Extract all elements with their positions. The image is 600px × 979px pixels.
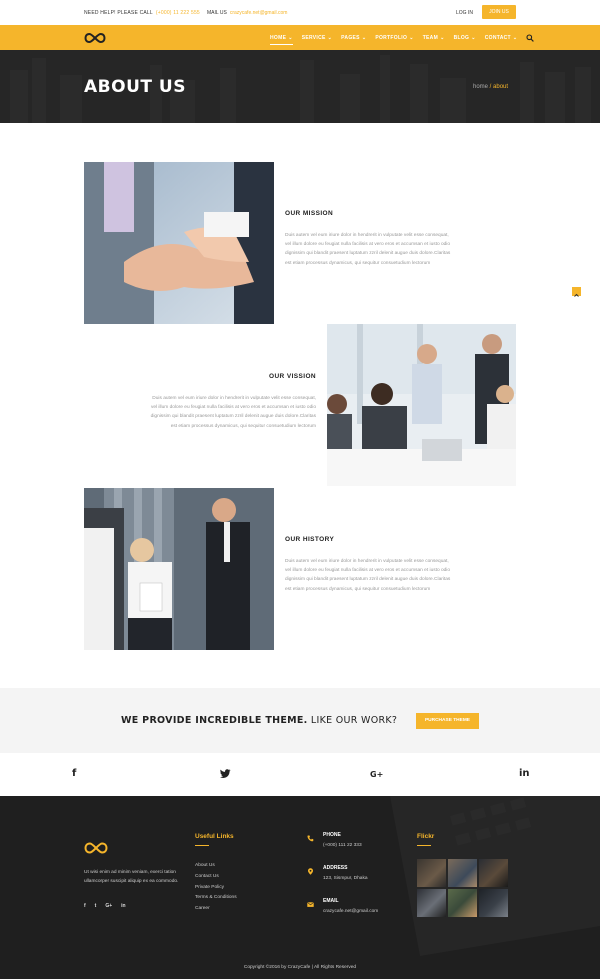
history-text: Duis autem vel eum iriure dolor in hendr…: [285, 559, 451, 592]
nav-item-blog[interactable]: BLOG ⌄: [454, 35, 476, 41]
chevron-up-icon: [574, 293, 579, 297]
phone-icon: [307, 835, 314, 842]
email-label: EMAIL: [323, 898, 339, 904]
footer-google-plus-icon[interactable]: G+: [105, 903, 112, 909]
mission-text: Duis autem vel eum iriure dolor in hendr…: [285, 233, 451, 266]
vision-title: OUR VISSION: [269, 373, 317, 380]
cta-bold-text: WE PROVIDE INCREDIBLE THEME.: [121, 715, 308, 726]
flickr-thumb[interactable]: [417, 859, 446, 887]
chevron-down-icon: ⌄: [409, 34, 414, 41]
flickr-thumb[interactable]: [479, 859, 508, 887]
footer-link-privacy[interactable]: Private Policy: [195, 883, 237, 894]
join-button[interactable]: JOIN US: [482, 5, 516, 19]
chevron-down-icon: ⌄: [471, 34, 476, 41]
business-people-photo: [84, 488, 274, 650]
address-label: ADDRESS: [323, 865, 348, 871]
facebook-icon[interactable]: f: [72, 768, 76, 779]
twitter-icon[interactable]: [220, 769, 231, 778]
footer: Ut wisi enim ad minim veniam, exerci tat…: [0, 796, 600, 979]
footer-link-contact[interactable]: Contact Us: [195, 872, 237, 883]
google-plus-icon[interactable]: G+: [370, 770, 383, 779]
phone-value[interactable]: (+000) 111 22 333: [323, 843, 362, 848]
breadcrumb-home[interactable]: home: [473, 84, 488, 90]
phone-label: PHONE: [323, 832, 341, 838]
footer-link-career[interactable]: Career: [195, 904, 237, 915]
infinity-logo[interactable]: [84, 32, 106, 44]
chevron-down-icon: ⌄: [288, 34, 293, 41]
footer-facebook-icon[interactable]: f: [84, 903, 86, 909]
footer-link-terms[interactable]: Terms & Conditions: [195, 893, 237, 904]
flickr-thumb[interactable]: [448, 889, 477, 917]
scroll-to-top-button[interactable]: [572, 287, 581, 297]
page-banner: ABOUT US home / about: [0, 50, 600, 123]
social-bar: f G+ in: [0, 753, 600, 796]
handshake-photo: [84, 162, 274, 324]
page-title: ABOUT US: [84, 77, 186, 97]
footer-about-text: Ut wisi enim ad minim veniam, exerci tat…: [84, 870, 179, 884]
cta-message: WE PROVIDE INCREDIBLE THEME. LIKE OUR WO…: [121, 715, 397, 726]
help-phone[interactable]: (+000) 11 222 555: [156, 10, 200, 16]
nav-menu: HOME ⌄ SERVICE ⌄ PAGES ⌄ PORTFOLIO ⌄ TEAM ⌄ B…: [270, 25, 535, 50]
useful-links-title: Useful Links: [195, 833, 234, 840]
mail-line: MAIL US crazycafe.net@gmail.com: [207, 10, 287, 16]
breadcrumb: home / about: [473, 84, 508, 90]
footer-link-about[interactable]: About Us: [195, 861, 237, 872]
top-bar: NEED HELP! PLEASE CALL (+000) 11 222 555 …: [0, 0, 600, 25]
breadcrumb-current: about: [493, 84, 509, 90]
nav-item-service[interactable]: SERVICE ⌄: [302, 35, 332, 41]
envelope-icon: [307, 902, 314, 907]
nav-item-contact[interactable]: CONTACT ⌄: [485, 35, 518, 41]
footer-linkedin-icon[interactable]: in: [121, 903, 125, 909]
mission-title: OUR MISSION: [285, 210, 334, 217]
vision-text: Duis autem vel eum iriure dolor in hendr…: [150, 396, 316, 429]
nav-item-pages[interactable]: PAGES ⌄: [341, 35, 366, 41]
main-nav: HOME ⌄ SERVICE ⌄ PAGES ⌄ PORTFOLIO ⌄ TEAM ⌄ B…: [0, 25, 600, 50]
flickr-thumb[interactable]: [479, 889, 508, 917]
help-line: NEED HELP! PLEASE CALL (+000) 11 222 555: [84, 10, 200, 16]
nav-item-home[interactable]: HOME ⌄: [270, 34, 293, 45]
address-value: 123, Sismpur, Dhaka: [323, 876, 368, 881]
map-pin-icon: [308, 868, 313, 875]
flickr-thumb[interactable]: [448, 859, 477, 887]
linkedin-icon[interactable]: in: [519, 768, 530, 779]
help-label: NEED HELP! PLEASE CALL: [84, 10, 153, 16]
chevron-down-icon: ⌄: [512, 34, 518, 41]
mail-link[interactable]: crazycafe.net@gmail.com: [230, 10, 288, 16]
meeting-photo: [327, 324, 516, 486]
footer-infinity-logo[interactable]: [84, 841, 108, 855]
flickr-thumb[interactable]: [417, 889, 446, 917]
history-title: OUR HISTORY: [285, 536, 335, 543]
cta-light-text: LIKE OUR WORK?: [307, 715, 398, 726]
login-link[interactable]: LOG IN: [456, 10, 473, 16]
flickr-title: Flickr: [417, 833, 435, 840]
nav-item-portfolio[interactable]: PORTFOLIO ⌄: [375, 35, 413, 41]
useful-links-list: About Us Contact Us Private Policy Terms…: [195, 861, 237, 915]
purchase-theme-button[interactable]: PURCHASE THEME: [416, 713, 479, 729]
nav-item-team[interactable]: TEAM ⌄: [423, 35, 445, 41]
email-value[interactable]: crazycafe.net@gmail.com: [323, 909, 378, 914]
chevron-down-icon: ⌄: [327, 34, 333, 41]
call-to-action: WE PROVIDE INCREDIBLE THEME. LIKE OUR WO…: [0, 688, 600, 753]
copyright: Copyright ©2016 by CrazyCafe | All Right…: [243, 965, 357, 970]
flickr-underline: [417, 845, 431, 846]
flickr-gallery: [417, 859, 509, 917]
footer-social-links: f t G+ in: [84, 903, 135, 909]
useful-links-underline: [195, 845, 209, 846]
mail-label: MAIL US: [207, 10, 227, 16]
chevron-down-icon: ⌄: [361, 34, 367, 41]
search-icon[interactable]: [526, 33, 535, 42]
chevron-down-icon: ⌄: [440, 34, 445, 41]
footer-twitter-icon[interactable]: t: [95, 903, 97, 909]
